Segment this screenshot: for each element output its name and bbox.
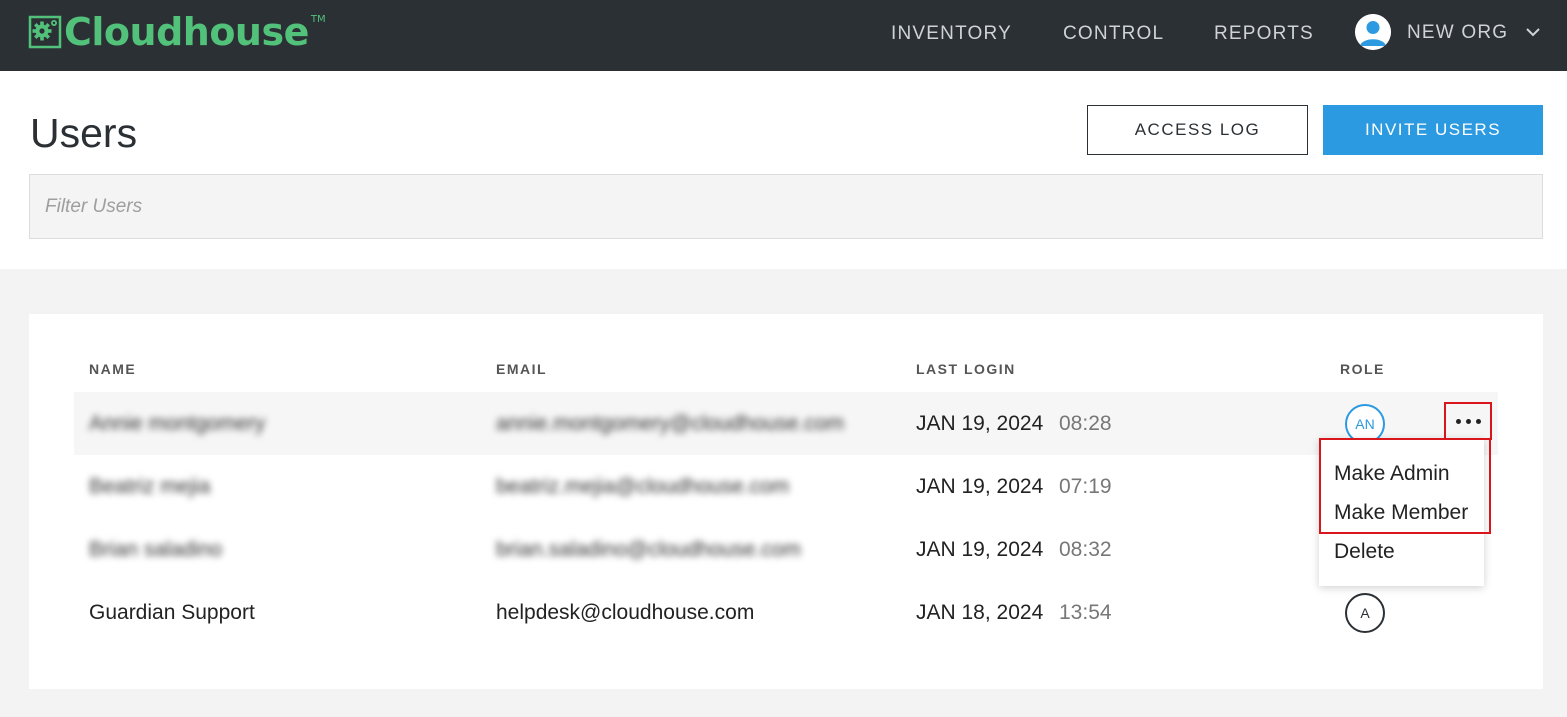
user-email: helpdesk@cloudhouse.com: [496, 600, 755, 624]
nav-control[interactable]: CONTROL: [1063, 22, 1164, 46]
top-navigation-bar: Cloudhouse TM INVENTORY CONTROL REPORTS …: [0, 0, 1567, 71]
trademark-mark: TM: [310, 14, 326, 25]
page-header: Users ACCESS LOG INVITE USERS: [0, 71, 1567, 269]
cloudhouse-logo[interactable]: Cloudhouse TM: [28, 10, 326, 54]
last-login-time: 13:54: [1059, 600, 1112, 624]
column-header-role[interactable]: ROLE: [1340, 361, 1385, 377]
user-name: Brian saladino: [89, 537, 223, 561]
user-email: annie.montgomery@cloudhouse.com: [496, 411, 845, 435]
brand-name: Cloudhouse: [64, 10, 309, 54]
users-table-card: NAME EMAIL LAST LOGIN ROLE Annie montgom…: [29, 314, 1543, 689]
last-login-time: 08:28: [1059, 411, 1112, 435]
page-title: Users: [30, 110, 138, 156]
user-name: Guardian Support: [89, 600, 255, 624]
last-login-time: 08:32: [1059, 537, 1112, 561]
org-switcher[interactable]: NEW ORG: [1407, 21, 1508, 45]
menu-item-make-admin[interactable]: Make Admin: [1334, 461, 1450, 487]
last-login-date: JAN 19, 2024: [916, 474, 1044, 498]
invite-users-button[interactable]: INVITE USERS: [1323, 105, 1543, 155]
user-avatar-icon[interactable]: [1355, 14, 1391, 50]
table-row[interactable]: Brian saladino brian.saladino@cloudhouse…: [74, 518, 1498, 581]
menu-item-delete[interactable]: Delete: [1334, 539, 1395, 565]
user-name: Beatriz mejia: [89, 474, 211, 498]
last-login-date: JAN 19, 2024: [916, 537, 1044, 561]
column-header-name[interactable]: NAME: [89, 361, 136, 377]
table-row[interactable]: Annie montgomery annie.montgomery@cloudh…: [74, 392, 1498, 455]
table-row[interactable]: Beatriz mejia beatriz.mejia@cloudhouse.c…: [74, 455, 1498, 518]
last-login-date: JAN 19, 2024: [916, 411, 1044, 435]
column-header-email[interactable]: EMAIL: [496, 361, 547, 377]
more-horizontal-icon: [1465, 418, 1471, 424]
nav-inventory[interactable]: INVENTORY: [891, 22, 1012, 46]
user-name: Annie montgomery: [89, 411, 266, 435]
chevron-down-icon[interactable]: [1525, 24, 1541, 40]
nav-reports[interactable]: REPORTS: [1214, 22, 1314, 46]
column-header-last-login[interactable]: LAST LOGIN: [916, 361, 1016, 377]
last-login-date: JAN 18, 2024: [916, 600, 1044, 624]
filter-users-input[interactable]: [29, 174, 1543, 239]
user-email: brian.saladino@cloudhouse.com: [496, 537, 802, 561]
more-options-button[interactable]: [1444, 402, 1492, 440]
more-horizontal-icon: [1475, 418, 1481, 424]
table-row[interactable]: Guardian Support helpdesk@cloudhouse.com…: [74, 581, 1498, 644]
menu-item-make-member[interactable]: Make Member: [1334, 500, 1468, 526]
last-login-time: 07:19: [1059, 474, 1112, 498]
role-badge: A: [1345, 593, 1385, 633]
more-horizontal-icon: [1455, 418, 1461, 424]
row-actions-menu: Make Admin Make Member Delete: [1319, 438, 1484, 586]
access-log-button[interactable]: ACCESS LOG: [1087, 105, 1308, 155]
gear-logo-icon: [28, 15, 62, 49]
user-email: beatriz.mejia@cloudhouse.com: [496, 474, 790, 498]
